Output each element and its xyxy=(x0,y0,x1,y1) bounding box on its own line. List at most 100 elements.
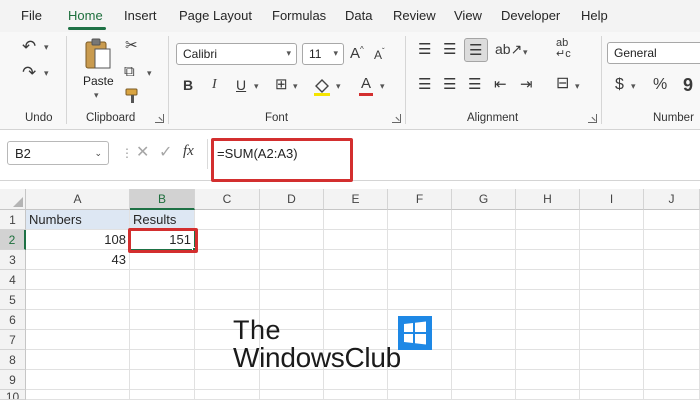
empty-cell[interactable] xyxy=(388,230,452,250)
empty-cell[interactable] xyxy=(324,310,388,330)
empty-cell[interactable] xyxy=(516,310,580,330)
empty-cell[interactable] xyxy=(130,370,195,390)
copy-icon[interactable]: ⧉ xyxy=(124,64,135,79)
empty-cell[interactable] xyxy=(388,210,452,230)
tab-page-layout[interactable]: Page Layout xyxy=(179,8,252,23)
empty-cell[interactable] xyxy=(26,370,130,390)
empty-cell[interactable] xyxy=(644,230,700,250)
empty-cell[interactable] xyxy=(195,230,260,250)
increase-indent-icon[interactable]: ⇥ xyxy=(520,77,533,92)
undo-dropdown-icon[interactable]: ▾ xyxy=(44,43,49,52)
column-header-h[interactable]: H xyxy=(516,189,580,210)
empty-cell[interactable] xyxy=(580,250,644,270)
empty-cell[interactable] xyxy=(26,390,130,400)
borders-dropdown-icon[interactable]: ▾ xyxy=(293,82,298,91)
currency-icon[interactable]: $ xyxy=(615,77,624,93)
column-header-e[interactable]: E xyxy=(324,189,388,210)
empty-cell[interactable] xyxy=(195,290,260,310)
select-all-button[interactable] xyxy=(0,189,26,210)
column-header-i[interactable]: I xyxy=(580,189,644,210)
bold-icon[interactable]: B xyxy=(183,78,193,92)
alignment-launcher-icon[interactable] xyxy=(588,114,597,123)
row-header-3[interactable]: 3 xyxy=(0,250,26,270)
empty-cell[interactable] xyxy=(130,270,195,290)
cell-a2[interactable]: 108 xyxy=(26,230,130,250)
empty-cell[interactable] xyxy=(324,290,388,310)
empty-cell[interactable] xyxy=(260,270,324,290)
tab-developer[interactable]: Developer xyxy=(501,8,560,23)
empty-cell[interactable] xyxy=(260,390,324,400)
wrap-text-icon[interactable]: ab ↵c xyxy=(556,38,571,60)
empty-cell[interactable] xyxy=(580,370,644,390)
font-launcher-icon[interactable] xyxy=(392,114,401,123)
orientation-icon[interactable]: ab↗ xyxy=(495,42,522,56)
empty-cell[interactable] xyxy=(260,210,324,230)
column-header-f[interactable]: F xyxy=(388,189,452,210)
empty-cell[interactable] xyxy=(130,350,195,370)
empty-cell[interactable] xyxy=(644,390,700,400)
empty-cell[interactable] xyxy=(195,250,260,270)
empty-cell[interactable] xyxy=(580,310,644,330)
empty-cell[interactable] xyxy=(644,250,700,270)
orientation-dropdown-icon[interactable]: ▾ xyxy=(523,48,528,57)
align-left-icon[interactable]: ☰ xyxy=(418,77,431,92)
empty-cell[interactable] xyxy=(195,390,260,400)
clipboard-launcher-icon[interactable] xyxy=(155,114,164,123)
insert-function-icon[interactable]: fx xyxy=(183,144,194,159)
column-header-b[interactable]: B xyxy=(130,189,195,210)
row-header-9[interactable]: 9 xyxy=(0,370,26,390)
align-top-icon[interactable]: ☰ xyxy=(418,42,431,57)
font-size-select[interactable]: 11 ▾ xyxy=(302,43,344,65)
empty-cell[interactable] xyxy=(516,270,580,290)
empty-cell[interactable] xyxy=(580,350,644,370)
column-header-d[interactable]: D xyxy=(260,189,324,210)
tab-formulas[interactable]: Formulas xyxy=(272,8,326,23)
empty-cell[interactable] xyxy=(388,390,452,400)
empty-cell[interactable] xyxy=(516,210,580,230)
decrease-indent-icon[interactable]: ⇤ xyxy=(494,77,507,92)
italic-icon[interactable]: I xyxy=(212,78,217,92)
align-right-icon[interactable]: ☰ xyxy=(468,77,481,92)
empty-cell[interactable] xyxy=(644,330,700,350)
tab-help[interactable]: Help xyxy=(581,8,608,23)
empty-cell[interactable] xyxy=(644,370,700,390)
font-color-dropdown-icon[interactable]: ▾ xyxy=(380,82,385,91)
empty-cell[interactable] xyxy=(260,230,324,250)
empty-cell[interactable] xyxy=(388,290,452,310)
comma-style-icon[interactable]: 9 xyxy=(683,76,693,94)
empty-cell[interactable] xyxy=(26,330,130,350)
column-header-g[interactable]: G xyxy=(452,189,516,210)
empty-cell[interactable] xyxy=(452,330,516,350)
empty-cell[interactable] xyxy=(130,390,195,400)
empty-cell[interactable] xyxy=(580,390,644,400)
empty-cell[interactable] xyxy=(644,270,700,290)
number-format-select[interactable]: General xyxy=(607,42,700,64)
empty-cell[interactable] xyxy=(580,330,644,350)
enter-icon[interactable]: ✓ xyxy=(159,145,172,161)
align-center-icon[interactable]: ☰ xyxy=(443,77,456,92)
paste-dropdown-icon[interactable]: ▾ xyxy=(94,91,99,100)
empty-cell[interactable] xyxy=(388,270,452,290)
paste-icon[interactable] xyxy=(83,38,113,70)
empty-cell[interactable] xyxy=(324,250,388,270)
empty-cell[interactable] xyxy=(452,290,516,310)
empty-cell[interactable] xyxy=(324,390,388,400)
currency-dropdown-icon[interactable]: ▾ xyxy=(631,82,636,91)
empty-cell[interactable] xyxy=(195,270,260,290)
empty-cell[interactable] xyxy=(130,310,195,330)
fill-color-icon[interactable] xyxy=(312,76,332,96)
empty-cell[interactable] xyxy=(516,390,580,400)
undo-icon[interactable]: ↶ xyxy=(22,38,36,55)
row-header-10[interactable]: 10 xyxy=(0,390,26,400)
empty-cell[interactable] xyxy=(26,270,130,290)
cell-a3[interactable]: 43 xyxy=(26,250,130,270)
empty-cell[interactable] xyxy=(580,290,644,310)
empty-cell[interactable] xyxy=(388,250,452,270)
merge-dropdown-icon[interactable]: ▾ xyxy=(575,82,580,91)
row-header-5[interactable]: 5 xyxy=(0,290,26,310)
tab-view[interactable]: View xyxy=(454,8,482,23)
copy-dropdown-icon[interactable]: ▾ xyxy=(147,69,152,78)
row-header-2[interactable]: 2 xyxy=(0,230,26,250)
empty-cell[interactable] xyxy=(644,310,700,330)
column-header-c[interactable]: C xyxy=(195,189,260,210)
